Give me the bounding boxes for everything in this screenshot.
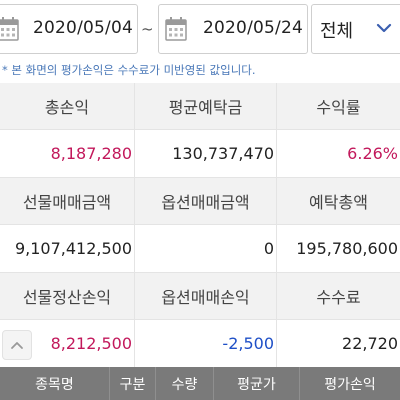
column-header-item-name[interactable]: 종목명 bbox=[0, 367, 110, 400]
summary-header-row-1: 총손익 평균예탁금 수익률 bbox=[0, 83, 400, 130]
calendar-icon bbox=[0, 17, 19, 41]
start-date-value: 2020/05/04 bbox=[33, 18, 133, 38]
summary-value-row-2: 9,107,412,500 0 195,780,600 bbox=[0, 225, 400, 273]
value-total-pnl: 8,187,280 bbox=[50, 144, 132, 163]
label-return-rate: 수익률 bbox=[276, 83, 400, 129]
label-avg-deposit: 평균예탁금 bbox=[134, 83, 276, 129]
calendar-icon bbox=[165, 17, 187, 41]
column-header-type[interactable]: 구분 bbox=[110, 367, 156, 400]
value-return-rate: 6.26% bbox=[276, 130, 400, 177]
chevron-down-icon bbox=[376, 23, 392, 33]
label-options-trade-amount: 옵션매매금액 bbox=[134, 178, 276, 224]
end-date-field[interactable]: 2020/05/24 bbox=[158, 4, 308, 54]
value-options-trade-amount: 0 bbox=[134, 225, 276, 272]
label-fee: 수수료 bbox=[276, 273, 400, 319]
label-futures-trade-amount: 선물매매금액 bbox=[22, 193, 112, 212]
label-futures-settlement-pnl: 선물정산손익 bbox=[22, 288, 112, 307]
summary-grid: 총손익 평균예탁금 수익률 8,187,280 130,737,470 6.26… bbox=[0, 83, 400, 368]
start-date-field[interactable]: 2020/05/04 bbox=[0, 4, 138, 54]
value-total-deposit: 195,780,600 bbox=[276, 225, 400, 272]
category-select-value: 전체 bbox=[320, 21, 354, 42]
chevron-up-icon bbox=[11, 342, 23, 349]
value-avg-deposit: 130,737,470 bbox=[134, 130, 276, 177]
collapse-button[interactable] bbox=[2, 330, 32, 360]
date-filter-bar: 2020/05/04 ~ 2020/05/24 전체 bbox=[0, 0, 400, 58]
summary-value-row-1: 8,187,280 130,737,470 6.26% bbox=[0, 130, 400, 178]
category-select[interactable]: 전체 bbox=[311, 4, 400, 54]
label-total-deposit: 예탁총액 bbox=[276, 178, 400, 224]
fee-notice: * 본 화면의 평가손익은 수수료가 미반영된 값입니다. bbox=[2, 63, 256, 77]
positions-table-header: 종목명 구분 수량 평균가 평가손익 bbox=[0, 367, 400, 400]
summary-value-row-3: 8,212,500 -2,500 22,720 bbox=[0, 320, 400, 368]
summary-header-row-2: 선물매매금액 옵션매매금액 예탁총액 bbox=[0, 178, 400, 225]
value-fee: 22,720 bbox=[276, 320, 400, 367]
column-header-quantity[interactable]: 수량 bbox=[156, 367, 214, 400]
date-separator: ~ bbox=[141, 20, 154, 38]
label-options-trade-pnl: 옵션매매손익 bbox=[134, 273, 276, 319]
summary-header-row-3: 선물정산손익 옵션매매손익 수수료 bbox=[0, 273, 400, 320]
column-header-eval-pnl[interactable]: 평가손익 bbox=[300, 367, 400, 400]
value-futures-trade-amount: 9,107,412,500 bbox=[14, 239, 132, 258]
label-total-pnl: 총손익 bbox=[44, 98, 90, 117]
value-options-trade-pnl: -2,500 bbox=[134, 320, 276, 367]
column-header-avg-price[interactable]: 평균가 bbox=[214, 367, 300, 400]
end-date-value: 2020/05/24 bbox=[203, 18, 303, 38]
